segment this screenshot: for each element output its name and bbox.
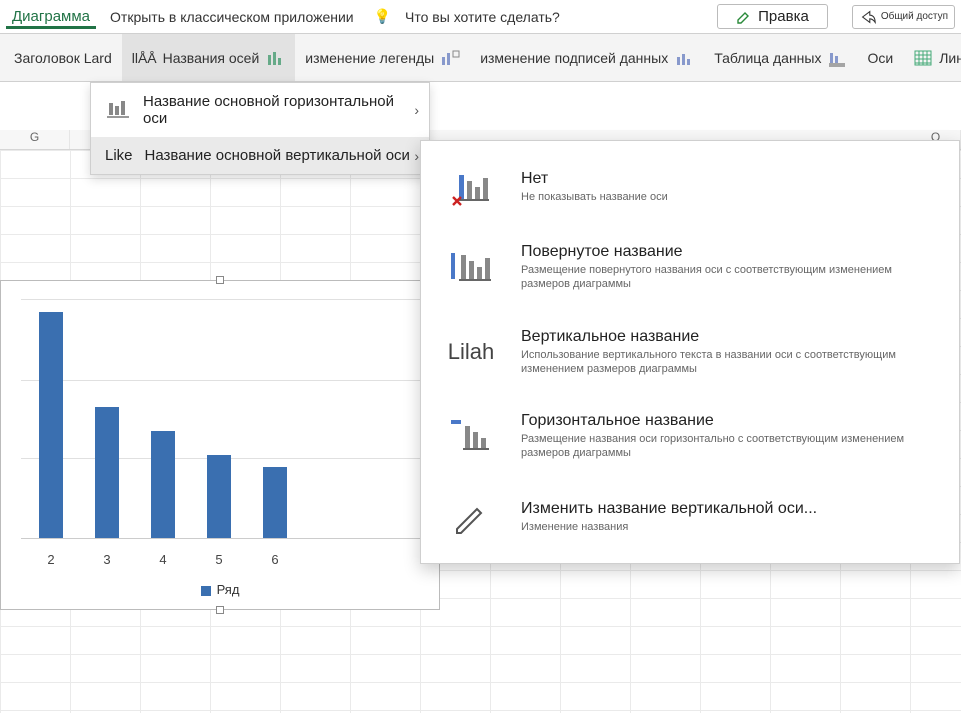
option-desc: Размещение повернутого названия оси с со… bbox=[521, 263, 939, 292]
chart-bar[interactable] bbox=[39, 312, 63, 538]
edit-button[interactable]: Правка bbox=[717, 4, 828, 29]
chart-title-label: Заголовок Lard bbox=[14, 50, 112, 66]
option-edit-vertical-axis-title[interactable]: Изменить название вертикальной оси... Из… bbox=[421, 479, 959, 555]
chart-bar[interactable] bbox=[95, 407, 119, 538]
axis-titles-label: Названия осей bbox=[163, 50, 260, 66]
data-labels-icon bbox=[674, 49, 694, 67]
chart-title-button[interactable]: Заголовок Lard bbox=[4, 34, 122, 81]
data-table-label: Таблица данных bbox=[714, 50, 821, 66]
chevron-right-icon: › bbox=[414, 148, 419, 164]
axis-titles-icon bbox=[265, 49, 285, 67]
gridlines-button[interactable]: Линии сетки bbox=[903, 34, 961, 81]
menu-item-prefix: Like bbox=[105, 147, 133, 164]
x-tick-label: 3 bbox=[95, 552, 119, 567]
share-button[interactable]: Общий доступ bbox=[852, 5, 955, 29]
chart-legend[interactable]: Ряд bbox=[1, 582, 439, 597]
tell-me-search[interactable]: Что вы хотите сделать? bbox=[405, 9, 560, 25]
x-tick-label: 6 bbox=[263, 552, 287, 567]
chart-x-axis: 2 3 4 5 6 bbox=[21, 552, 429, 567]
x-tick-label: 5 bbox=[207, 552, 231, 567]
option-none[interactable]: Нет Не показывать название оси bbox=[421, 149, 959, 225]
option-title: Изменить название вертикальной оси... bbox=[521, 500, 817, 518]
horizontal-axis-icon bbox=[105, 99, 131, 121]
embedded-chart[interactable]: 2 3 4 5 6 Ряд bbox=[0, 280, 440, 610]
data-table-button[interactable]: Таблица данных bbox=[704, 34, 857, 81]
option-title: Горизонтальное название bbox=[521, 412, 939, 430]
menu-item-label: Название основной вертикальной оси bbox=[145, 147, 410, 164]
data-labels-button[interactable]: изменение подписей данных bbox=[470, 34, 704, 81]
ribbon-tabs: Диаграмма Открыть в классическом приложе… bbox=[0, 0, 961, 34]
axes-button[interactable]: Оси bbox=[857, 34, 903, 81]
option-horizontal-title[interactable]: Горизонтальное название Размещение назва… bbox=[421, 394, 959, 479]
legend-button[interactable]: изменение легенды bbox=[295, 34, 470, 81]
lightbulb-icon: 💡 bbox=[374, 8, 391, 25]
legend-swatch bbox=[201, 586, 211, 596]
x-tick-label: 2 bbox=[39, 552, 63, 567]
option-title: Вертикальное название bbox=[521, 328, 939, 346]
vertical-title-prefix: Lilah bbox=[448, 339, 494, 365]
chevron-right-icon: › bbox=[414, 102, 419, 118]
col-header-g[interactable]: G bbox=[0, 130, 70, 149]
vertical-axis-title-options: Нет Не показывать название оси Повернуто… bbox=[420, 140, 960, 564]
axis-titles-prefix: llÅÅ bbox=[132, 50, 157, 66]
axis-titles-button[interactable]: llÅÅ Названия осей bbox=[122, 34, 296, 81]
chart-plot-area[interactable] bbox=[21, 299, 429, 539]
edit-button-label: Правка bbox=[758, 8, 809, 25]
menu-item-label: Название основной горизонтальной оси bbox=[143, 93, 415, 127]
axes-label: Оси bbox=[867, 50, 893, 66]
primary-horizontal-axis-title-item[interactable]: Название основной горизонтальной оси › bbox=[91, 83, 429, 137]
share-button-label: Общий доступ bbox=[881, 11, 948, 22]
chart-bar[interactable] bbox=[151, 431, 175, 538]
data-table-icon bbox=[827, 49, 847, 67]
axis-titles-submenu: Название основной горизонтальной оси › L… bbox=[90, 82, 430, 175]
legend-icon bbox=[440, 49, 460, 67]
none-icon bbox=[449, 167, 493, 207]
share-icon bbox=[859, 8, 877, 26]
rotated-title-icon bbox=[449, 247, 493, 287]
data-labels-label: изменение подписей данных bbox=[480, 50, 668, 66]
horizontal-title-icon bbox=[449, 416, 493, 456]
chart-bar[interactable] bbox=[207, 455, 231, 538]
gridlines-label: Линии сетки bbox=[939, 50, 961, 66]
option-desc: Размещение названия оси горизонтально с … bbox=[521, 432, 939, 461]
legend-label: изменение легенды bbox=[305, 50, 434, 66]
open-in-desktop-link[interactable]: Открыть в классическом приложении bbox=[110, 9, 354, 25]
option-rotated-title[interactable]: Повернутое название Размещение повернуто… bbox=[421, 225, 959, 310]
chart-tools-ribbon: Заголовок Lard llÅÅ Названия осей измене… bbox=[0, 34, 961, 82]
option-desc: Использование вертикального текста в наз… bbox=[521, 348, 939, 377]
tab-chart[interactable]: Диаграмма bbox=[6, 4, 96, 29]
option-title: Повернутое название bbox=[521, 243, 939, 261]
chart-bar[interactable] bbox=[263, 467, 287, 538]
option-title: Нет bbox=[521, 170, 668, 188]
gridlines-icon bbox=[913, 49, 933, 67]
resize-handle-top[interactable] bbox=[216, 276, 224, 284]
option-desc: Не показывать название оси bbox=[521, 190, 668, 204]
legend-series-label: Ряд bbox=[217, 582, 240, 597]
option-vertical-title[interactable]: Lilah Вертикальное название Использовани… bbox=[421, 310, 959, 395]
option-desc: Изменение названия bbox=[521, 520, 817, 534]
pencil-icon bbox=[449, 497, 493, 537]
pencil-icon bbox=[736, 9, 752, 25]
resize-handle-bottom[interactable] bbox=[216, 606, 224, 614]
primary-vertical-axis-title-item[interactable]: Like Название основной вертикальной оси … bbox=[91, 137, 429, 174]
x-tick-label: 4 bbox=[151, 552, 175, 567]
